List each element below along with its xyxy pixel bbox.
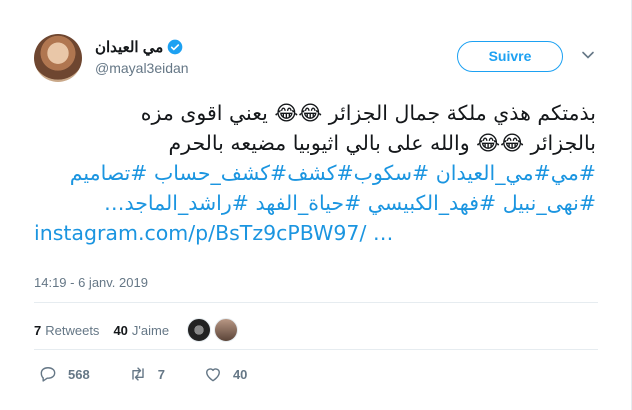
likes-count: 40 [113,322,128,338]
user-handle[interactable]: @mayal3eidan [95,60,189,76]
engagement-stats: 7 Retweets 40 J'aime [34,318,239,342]
avatar[interactable] [34,34,82,82]
like-button[interactable]: 40 [203,364,247,384]
retweets-stat[interactable]: 7 Retweets [34,323,99,338]
retweet-count: 7 [157,366,165,382]
heart-icon [205,368,220,382]
likes-label: J'aime [131,322,170,338]
hashtag-line[interactable]: #مي#مي_العيدان #سكوب#كشف#كشف_حساب #تصامي… [34,158,596,188]
like-count: 40 [232,366,248,382]
liker-avatar[interactable] [214,318,239,342]
liker-avatars [187,318,239,342]
tweet-line: بذمتكم هذي ملكة جمال الجزائر 😂😂 يعني اقو… [140,101,596,125]
divider [34,302,598,303]
display-name[interactable]: مي العيدان [95,38,163,56]
retweets-label: Retweets [45,322,100,338]
tweet-card: مي العيدان @mayal3eidan Suivre بذمتكم هذ… [0,0,632,410]
follow-button[interactable]: Suivre [457,41,563,72]
tweet-actions: 568 7 40 [38,364,285,384]
retweet-icon [131,367,144,381]
tweet-timestamp[interactable]: 14:19 - 6 janv. 2019 [34,275,148,290]
tweet-text: بذمتكم هذي ملكة جمال الجزائر 😂😂 يعني اقو… [34,98,596,248]
tweet-line: بالجزائر 😂😂 والله على بالي اثيوبيا مضيعه… [168,131,596,155]
reply-button[interactable]: 568 [38,364,90,384]
likes-stat[interactable]: 40 J'aime [113,323,169,338]
chevron-down-icon[interactable] [581,48,595,62]
retweet-button[interactable]: 7 [128,364,165,384]
user-name-row[interactable]: مي العيدان [95,38,183,56]
tweet-link[interactable]: instagram.com/p/BsTz9cPBW97/ … [34,218,596,248]
reply-count: 568 [68,366,90,382]
liker-avatar[interactable] [187,318,212,342]
hashtag-line[interactable]: #نهى_نبيل #فهد_الكبيسي #حياة_الفهد #راشد… [34,188,596,218]
retweets-count: 7 [34,322,42,338]
reply-icon [40,367,56,382]
verified-badge-icon [167,39,183,55]
divider [34,349,598,350]
